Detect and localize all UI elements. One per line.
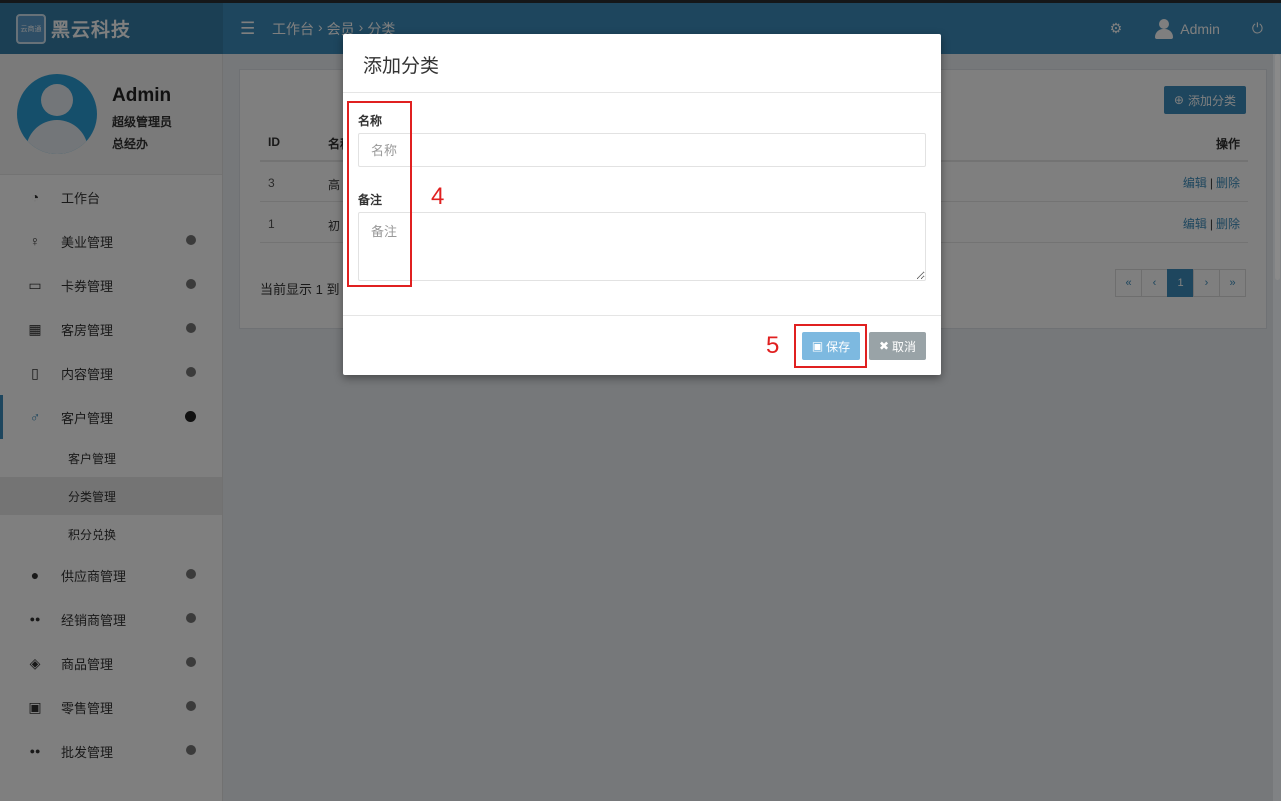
annotation-number-4: 4 bbox=[431, 183, 445, 210]
page-scrollbar[interactable] bbox=[1273, 54, 1281, 801]
name-input[interactable] bbox=[358, 133, 926, 167]
close-icon: ✖ bbox=[878, 339, 890, 353]
scrollbar-thumb[interactable] bbox=[1275, 54, 1280, 280]
note-textarea[interactable] bbox=[358, 212, 926, 281]
annotation-box-4 bbox=[347, 101, 412, 287]
cancel-label: 取消 bbox=[892, 339, 917, 354]
cancel-button[interactable]: ✖ 取消 bbox=[869, 332, 926, 360]
modal-title: 添加分类 bbox=[343, 34, 941, 93]
annotation-number-5: 5 bbox=[766, 332, 780, 359]
annotation-box-5 bbox=[794, 324, 867, 368]
